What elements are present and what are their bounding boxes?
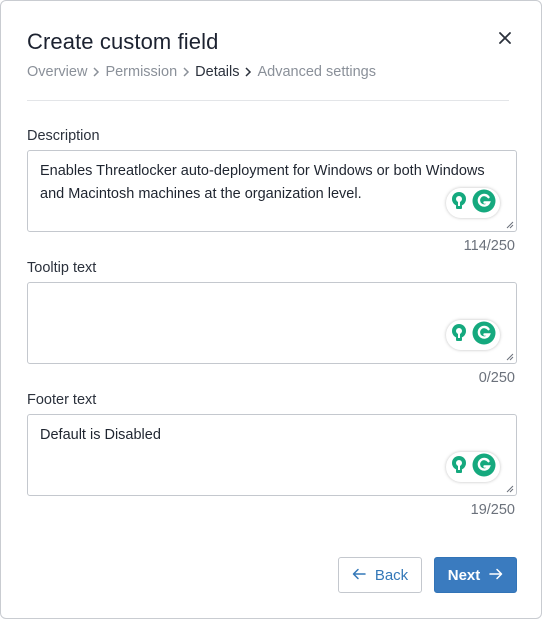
tooltip-textarea[interactable] [27,282,517,364]
chevron-right-icon [180,66,192,78]
header-divider [27,100,509,101]
description-value: Enables Threatlocker auto-deployment for… [40,163,485,202]
chevron-right-icon [90,66,102,78]
footer-char-count: 19/250 [470,502,515,518]
close-icon[interactable] [495,28,515,48]
back-button-label: Back [374,566,409,584]
arrow-right-icon [489,567,503,584]
dialog-title: Create custom field [27,29,219,54]
breadcrumb-step-overview[interactable]: Overview [27,64,87,80]
footer-value: Default is Disabled [40,427,161,443]
resize-handle-icon[interactable] [506,485,514,493]
description-char-count: 114/250 [463,238,515,254]
next-button[interactable]: Next [434,557,517,593]
tooltip-char-count: 0/250 [478,370,515,386]
description-label: Description [27,128,100,144]
grammarly-icon[interactable] [472,453,496,482]
breadcrumb-step-permission[interactable]: Permission [105,64,177,80]
description-textarea[interactable]: Enables Threatlocker auto-deployment for… [27,150,517,232]
lightbulb-icon[interactable] [450,455,468,480]
footer-label: Footer text [27,392,97,408]
lightbulb-icon[interactable] [450,191,468,216]
tooltip-label: Tooltip text [27,260,97,276]
back-button[interactable]: Back [338,557,422,593]
footer-textarea[interactable]: Default is Disabled [27,414,517,496]
create-custom-field-dialog: Create custom field Overview Permission … [0,0,542,619]
next-button-label: Next [447,566,481,584]
grammarly-widget[interactable] [446,320,500,350]
grammarly-icon[interactable] [472,189,496,218]
grammarly-widget[interactable] [446,452,500,482]
lightbulb-icon[interactable] [450,323,468,348]
grammarly-widget[interactable] [446,188,500,218]
breadcrumb-step-details: Details [195,64,240,80]
grammarly-icon[interactable] [472,321,496,350]
breadcrumb: Overview Permission Details Advanced set… [27,64,376,80]
chevron-right-icon [242,66,254,78]
arrow-left-icon [352,567,366,584]
breadcrumb-step-advanced-settings[interactable]: Advanced settings [257,64,376,80]
resize-handle-icon[interactable] [506,221,514,229]
resize-handle-icon[interactable] [506,353,514,361]
